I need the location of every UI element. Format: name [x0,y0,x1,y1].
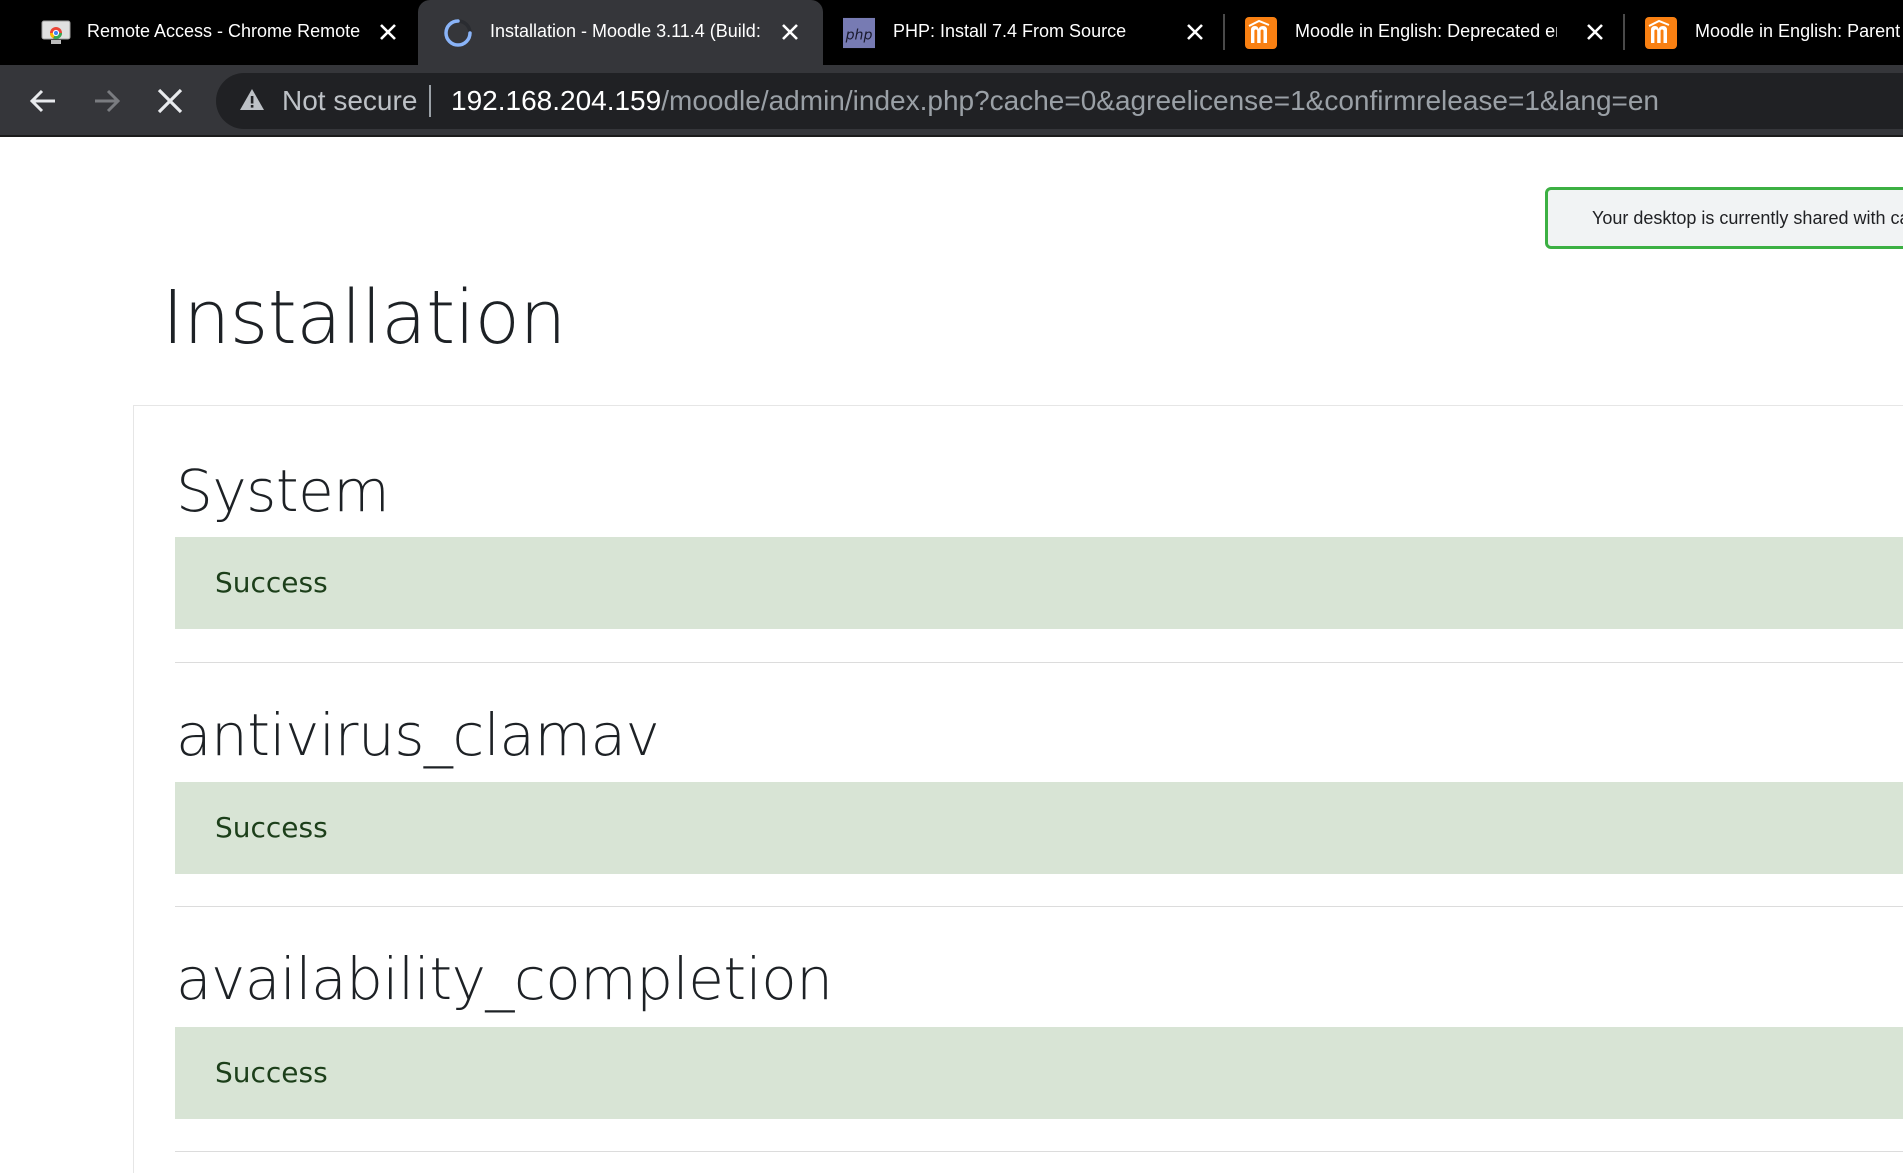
section-divider [175,1151,1903,1152]
success-alert-antivirus-clamav: Success [175,782,1903,874]
close-tab-icon[interactable] [1583,20,1607,44]
moodle-icon [1645,17,1677,49]
page-title: Installation [162,275,566,361]
tab-title: Moodle in English: Deprecated erro [1295,21,1557,41]
tab-title: Installation - Moodle 3.11.4 (Build: [490,21,761,41]
section-title-antivirus-clamav: antivirus_clamav [176,701,660,769]
success-alert-availability-completion: Success [175,1027,1903,1119]
omnibox-divider [429,85,431,117]
page-viewport: Your desktop is currently shared with ca… [0,137,1903,1173]
browser-tab-strip: Remote Access - Chrome Remote D Installa… [0,0,1903,65]
url-host: 192.168.204.159 [451,85,662,116]
loading-spinner-icon [442,17,474,49]
security-status-label[interactable]: Not secure [282,73,417,129]
browser-toolbar: Not secure 192.168.204.159/moodle/admin/… [0,65,1903,137]
tab-title: PHP: Install 7.4 From Source [893,21,1127,41]
section-divider [175,662,1903,663]
chrome-remote-desktop-icon [40,17,72,49]
forward-arrow-icon[interactable] [87,81,127,121]
section-divider [175,906,1903,907]
desktop-shared-notice: Your desktop is currently shared with ca [1545,187,1903,249]
tab-moodle-parent[interactable]: Moodle in English: Parent c [1625,0,1903,65]
url-text[interactable]: 192.168.204.159/moodle/admin/index.php?c… [451,73,1659,129]
php-icon: php [843,17,875,49]
close-tab-icon[interactable] [376,20,400,44]
tab-installation-moodle[interactable]: Installation - Moodle 3.11.4 (Build: [418,0,823,65]
moodle-icon [1245,17,1277,49]
close-tab-icon[interactable] [778,20,802,44]
address-bar[interactable]: Not secure 192.168.204.159/moodle/admin/… [216,73,1903,129]
svg-text:php: php [845,28,873,44]
back-arrow-icon[interactable] [23,81,63,121]
url-path: /moodle/admin/index.php?cache=0&agreelic… [661,85,1660,116]
close-tab-icon[interactable] [1183,20,1207,44]
tab-php-install[interactable]: php PHP: Install 7.4 From Source [823,0,1225,65]
stop-loading-icon[interactable] [150,81,190,121]
tab-title: Moodle in English: Parent c [1695,21,1903,41]
warning-triangle-icon[interactable] [238,86,266,121]
section-title-availability-completion: availability_completion [176,945,833,1013]
tab-moodle-deprecated[interactable]: Moodle in English: Deprecated erro [1225,0,1625,65]
success-alert-system: Success [175,537,1903,629]
tab-title: Remote Access - Chrome Remote D [87,21,365,41]
section-title-system: System [176,457,390,525]
tab-remote-access[interactable]: Remote Access - Chrome Remote D [0,0,418,65]
